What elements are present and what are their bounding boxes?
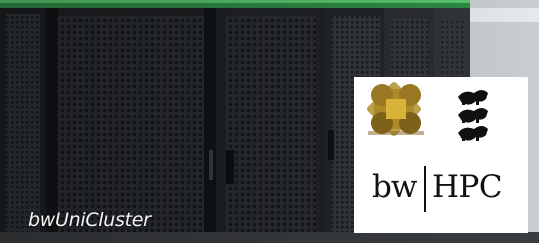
logo-hpc-text: HPC	[432, 169, 503, 205]
bwhpc-logo-card	[354, 77, 528, 233]
cluster-caption: bwUniCluster	[28, 209, 151, 231]
bwhpc-emblem	[366, 81, 488, 141]
logo-bw-text: bw	[372, 169, 417, 205]
gold-emblem-icon	[366, 81, 424, 137]
logo-divider	[424, 166, 426, 212]
three-lions-icon	[458, 90, 488, 141]
photo-scene: bwUniCluster bw HPC	[0, 0, 539, 243]
